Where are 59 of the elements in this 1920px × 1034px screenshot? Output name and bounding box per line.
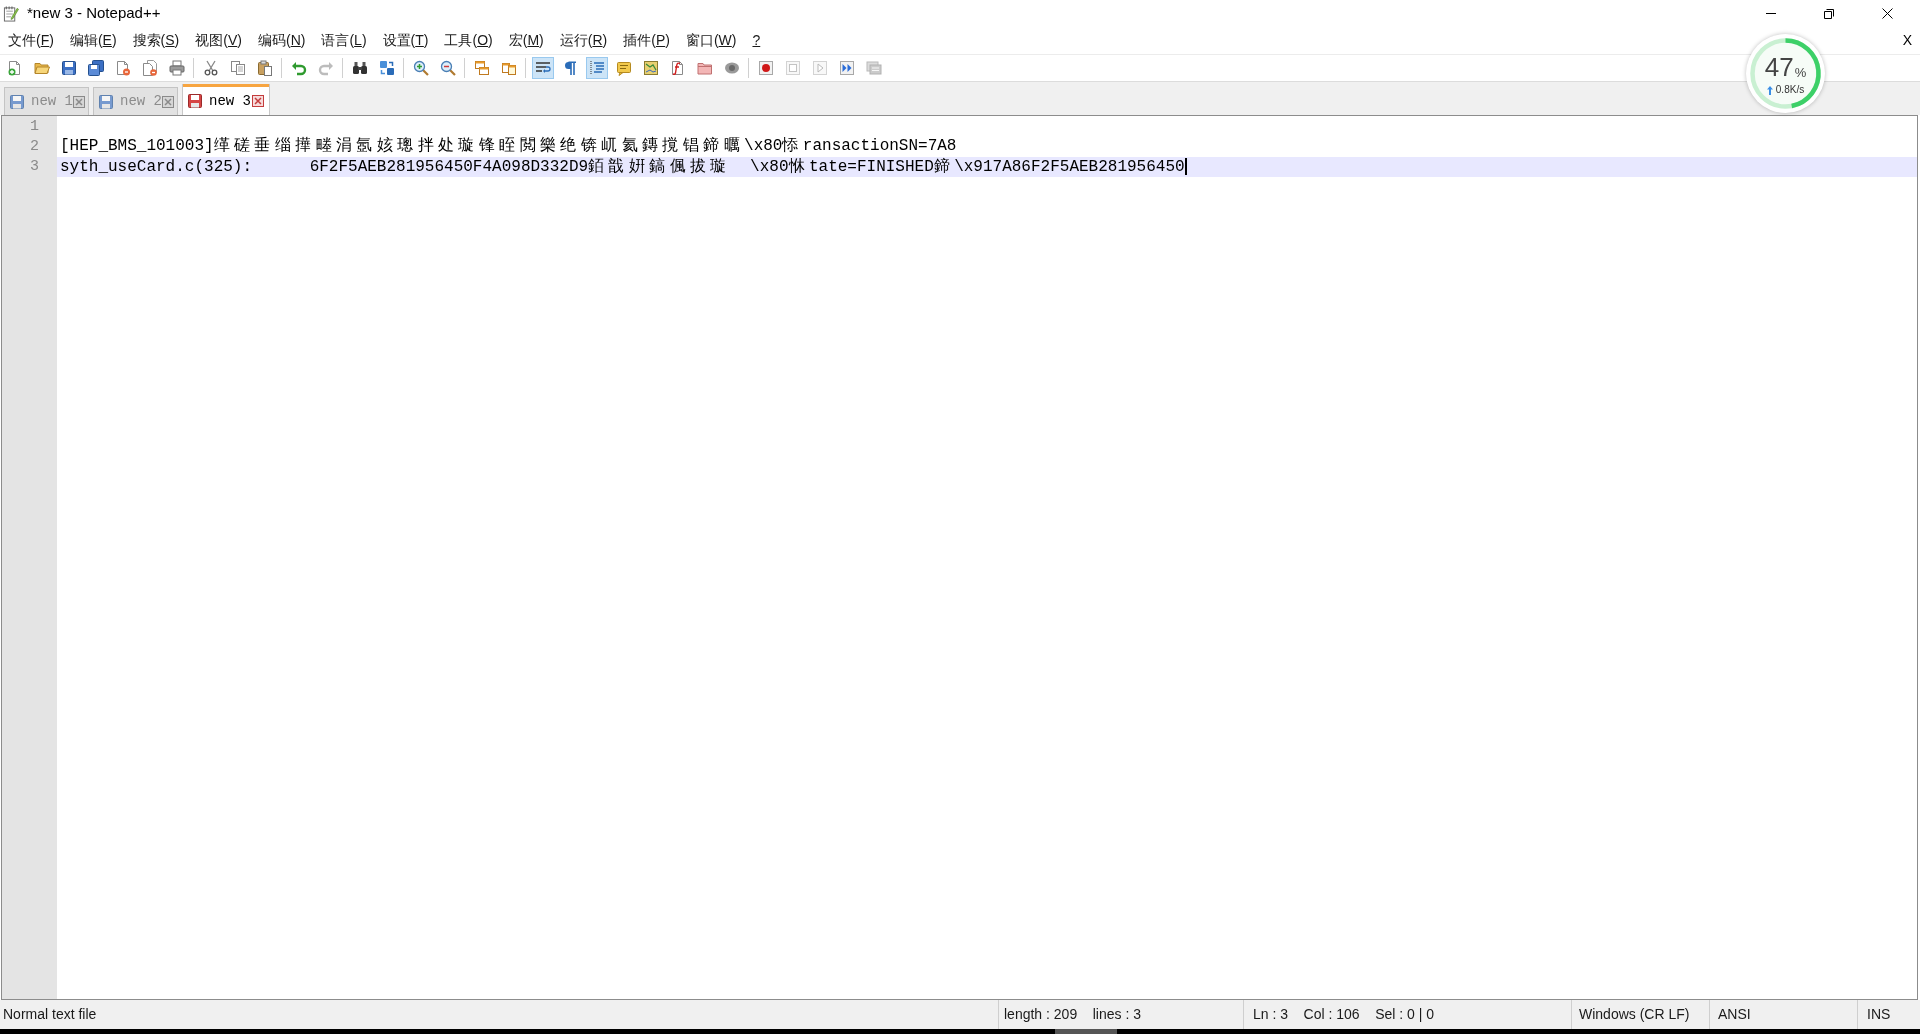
copy-icon[interactable] xyxy=(229,60,246,76)
line-number: 3 xyxy=(30,159,39,175)
floppy-disks-icon[interactable] xyxy=(87,60,104,76)
map-icon[interactable] xyxy=(642,60,659,76)
printer-icon[interactable] xyxy=(168,60,185,76)
document-close-icon[interactable] xyxy=(114,60,131,76)
line-number: 2 xyxy=(30,138,39,154)
notepad-icon xyxy=(3,4,19,23)
note-card-icon[interactable] xyxy=(615,60,632,76)
scissors-icon[interactable] xyxy=(202,60,219,76)
close-icon[interactable] xyxy=(1881,8,1893,19)
status-file-type: Normal text file xyxy=(3,1005,97,1024)
menu-item[interactable]: 文件(F) xyxy=(0,27,62,54)
undo-arrow-icon[interactable] xyxy=(290,60,307,76)
menu-item[interactable]: 设置(T) xyxy=(374,27,437,54)
word-wrap-icon[interactable] xyxy=(531,57,554,79)
usage-unit: % xyxy=(1794,66,1807,79)
documents-close-icon[interactable] xyxy=(141,60,158,76)
folder-icon[interactable] xyxy=(696,60,713,76)
close-document-item[interactable]: X xyxy=(1902,30,1912,51)
status-input-mode: INS xyxy=(1867,1005,1891,1024)
menu-item[interactable]: 工具(O) xyxy=(436,27,501,54)
zoom-in-icon[interactable] xyxy=(412,60,429,76)
menu-item[interactable]: 视图(V) xyxy=(187,27,250,54)
zoom-out-icon[interactable] xyxy=(439,60,456,76)
swap-squares-icon[interactable] xyxy=(378,60,395,76)
menu-item[interactable]: 宏(M) xyxy=(500,27,552,54)
binoculars-icon[interactable] xyxy=(351,60,368,76)
status-encoding: ANSI xyxy=(1718,1005,1751,1024)
record-icon[interactable] xyxy=(757,60,774,76)
stacked-windows-icon[interactable] xyxy=(473,60,490,76)
window-title: *new 3 - Notepad++ xyxy=(27,3,161,24)
menu-item[interactable]: 编码(N) xyxy=(249,27,314,54)
menu-item[interactable]: 窗口(W) xyxy=(677,27,745,54)
menu-item[interactable]: 搜索(S) xyxy=(124,27,188,54)
menu-item[interactable]: 插件(P) xyxy=(615,27,678,54)
eye-icon[interactable] xyxy=(723,60,740,76)
fast-forward-icon[interactable] xyxy=(838,60,855,76)
side-windows-icon[interactable] xyxy=(500,60,517,76)
menu-item[interactable]: ? xyxy=(744,27,769,54)
menu-item[interactable]: 编辑(E) xyxy=(61,27,125,54)
status-line-ending: Windows (CR LF) xyxy=(1579,1005,1690,1024)
function-document-icon[interactable] xyxy=(669,60,686,76)
upload-speed: 0.8K/s xyxy=(1775,85,1805,95)
upload-arrow-icon xyxy=(1766,85,1773,95)
status-document-stats: length : 209 lines : 3 xyxy=(1004,1005,1141,1024)
clipboard-icon[interactable] xyxy=(256,60,273,76)
menu-item[interactable]: 运行(R) xyxy=(551,27,616,54)
new-file-icon[interactable] xyxy=(6,60,23,76)
taskbar-highlight xyxy=(1055,1029,1117,1034)
usage-percent: 47 xyxy=(1764,54,1794,80)
tab[interactable]: new 3 xyxy=(182,84,270,115)
menu-item[interactable]: 语言(L) xyxy=(313,27,375,54)
indent-guide-icon[interactable] xyxy=(585,57,608,79)
status-cursor-position: Ln : 3 Col : 106 Sel : 0 | 0 xyxy=(1253,1005,1435,1024)
line-number: 1 xyxy=(30,118,39,134)
restore-icon[interactable] xyxy=(1824,8,1834,19)
text-cursor xyxy=(1184,158,1187,176)
folder-icon[interactable] xyxy=(33,60,50,76)
